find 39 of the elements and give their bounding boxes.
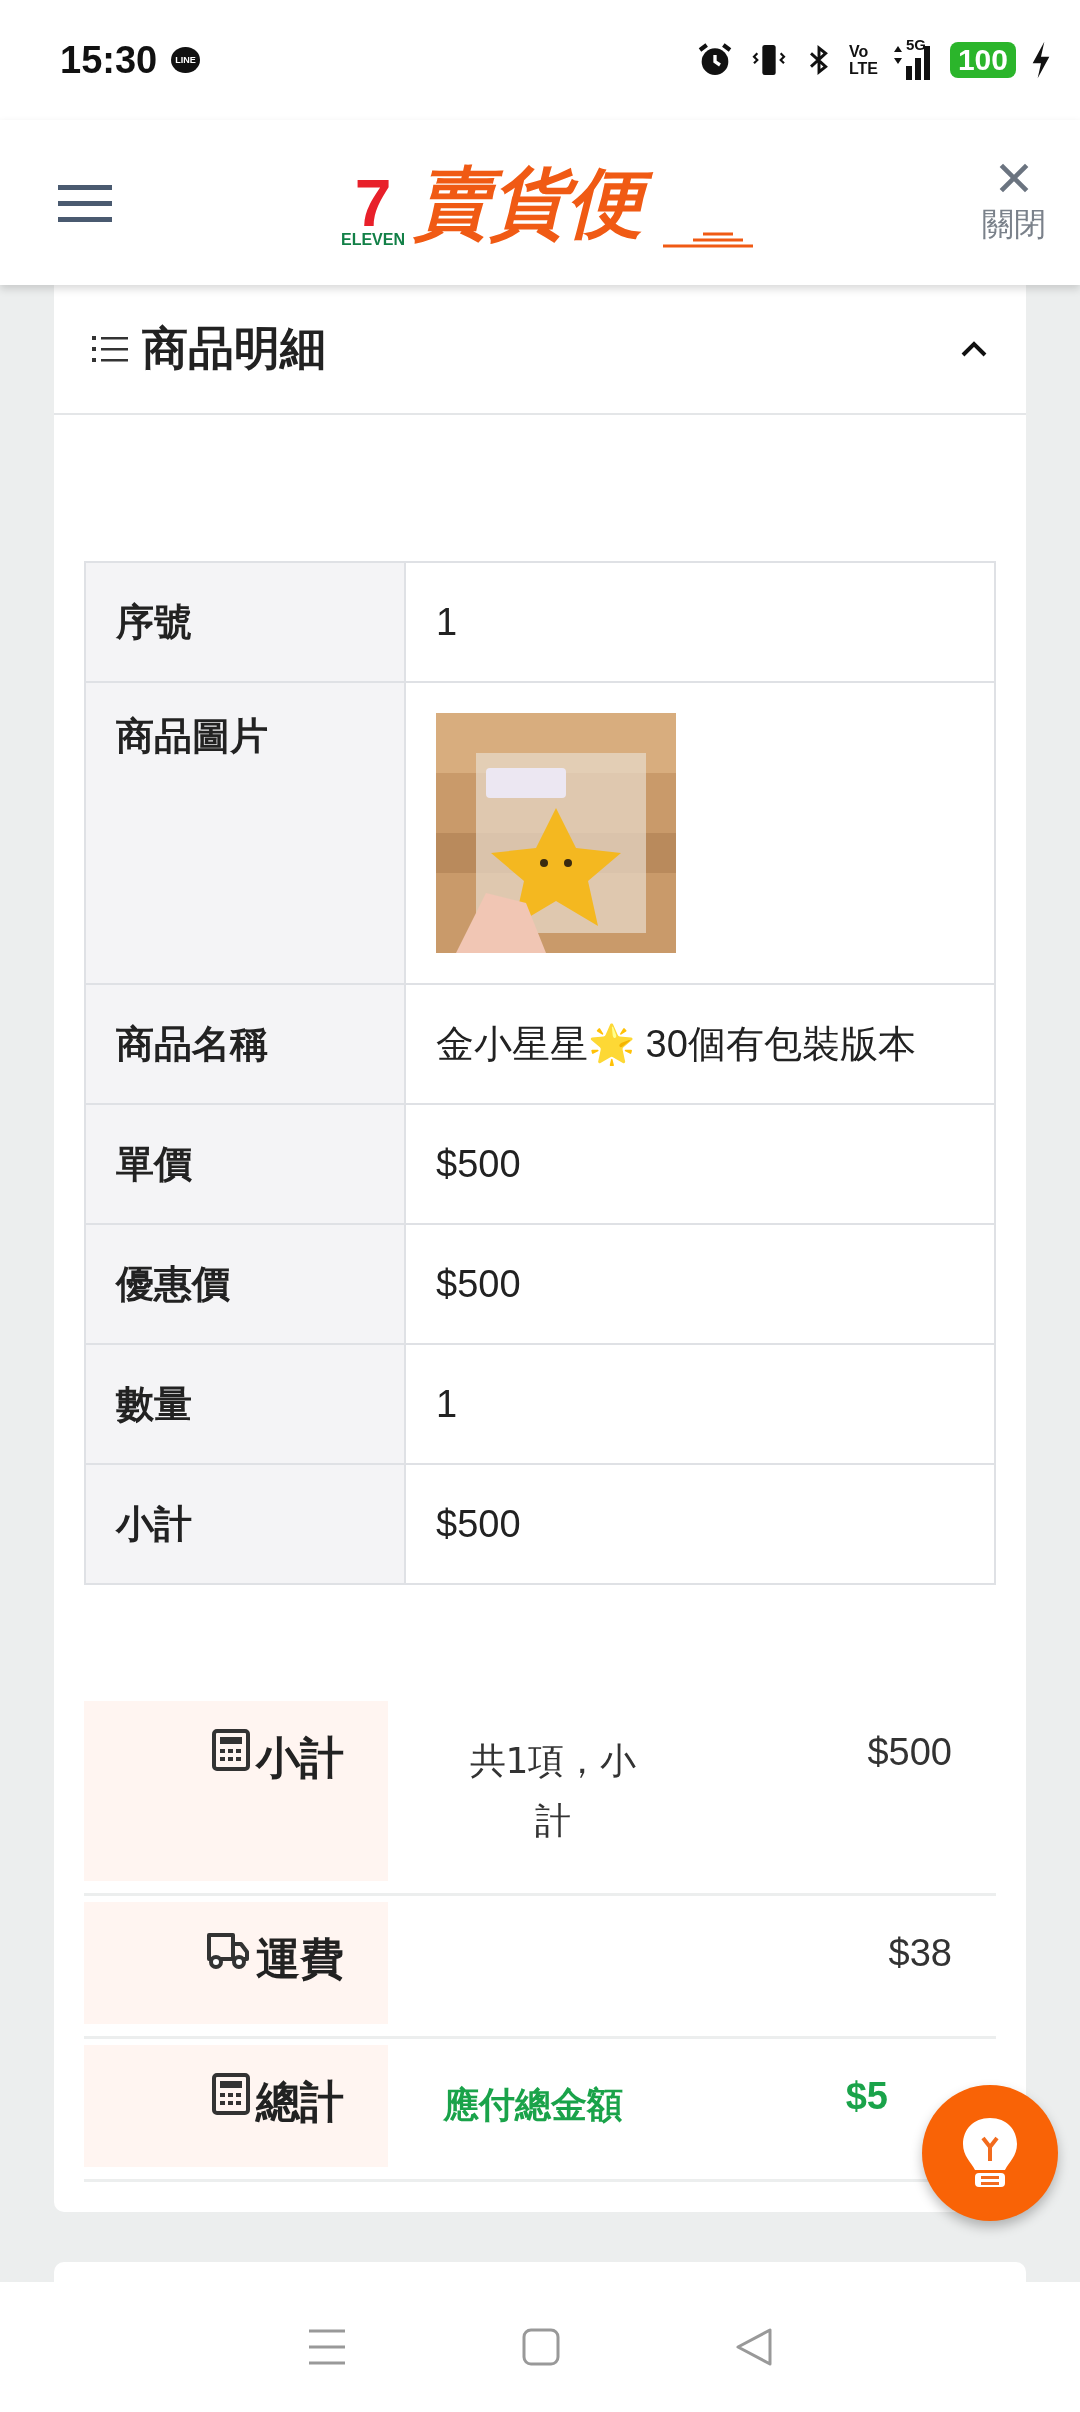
battery-level: 100: [949, 42, 1016, 78]
home-icon[interactable]: [522, 2328, 560, 2366]
row-value: $500: [405, 1224, 995, 1344]
row-label: 數量: [85, 1344, 405, 1464]
summary-note: 共1項，小計: [468, 1739, 638, 1843]
charging-icon: [1030, 40, 1052, 80]
logo-title: 賣貨便: [411, 156, 657, 249]
summary-label: 小計: [256, 1731, 344, 1785]
row-value: 金小星星🌟 30個有包裝版本: [405, 984, 995, 1104]
row-label: 優惠價: [85, 1224, 405, 1344]
row-label: 單價: [85, 1104, 405, 1224]
summary-note: 應付總金額: [442, 2083, 624, 2127]
app-badge: LINE: [171, 47, 200, 73]
close-button[interactable]: 關閉: [982, 158, 1046, 247]
recents-icon[interactable]: [307, 2328, 348, 2366]
row-value: 1: [405, 1344, 995, 1464]
summary-amount: $500: [866, 1730, 953, 1775]
summary-amount: $5: [844, 2074, 889, 2119]
network-label: 5G: [905, 36, 926, 53]
summary-amount: $38: [887, 1931, 953, 1976]
row-label: 小計: [85, 1464, 405, 1584]
row-label: 商品名稱: [85, 984, 405, 1104]
list-icon: [92, 334, 128, 364]
row-value: $500: [405, 1464, 995, 1584]
calculator-icon: [212, 2073, 250, 2115]
back-icon[interactable]: [734, 2327, 773, 2367]
summary-label: 總計: [256, 2075, 344, 2129]
truck-icon: [206, 1930, 250, 1970]
tip-button[interactable]: [922, 2085, 1058, 2221]
speed-lines-icon: [663, 232, 753, 249]
summary-label: 運費: [256, 1932, 344, 1986]
volte-label: Vo LTE: [848, 43, 878, 77]
menu-icon[interactable]: [58, 182, 112, 223]
status-time: 15:30: [60, 38, 158, 82]
row-label: 序號: [85, 562, 405, 682]
row-label: 商品圖片: [85, 682, 405, 984]
row-value: $500: [405, 1104, 995, 1224]
calculator-icon: [212, 1729, 250, 1771]
row-value: 1: [405, 562, 995, 682]
